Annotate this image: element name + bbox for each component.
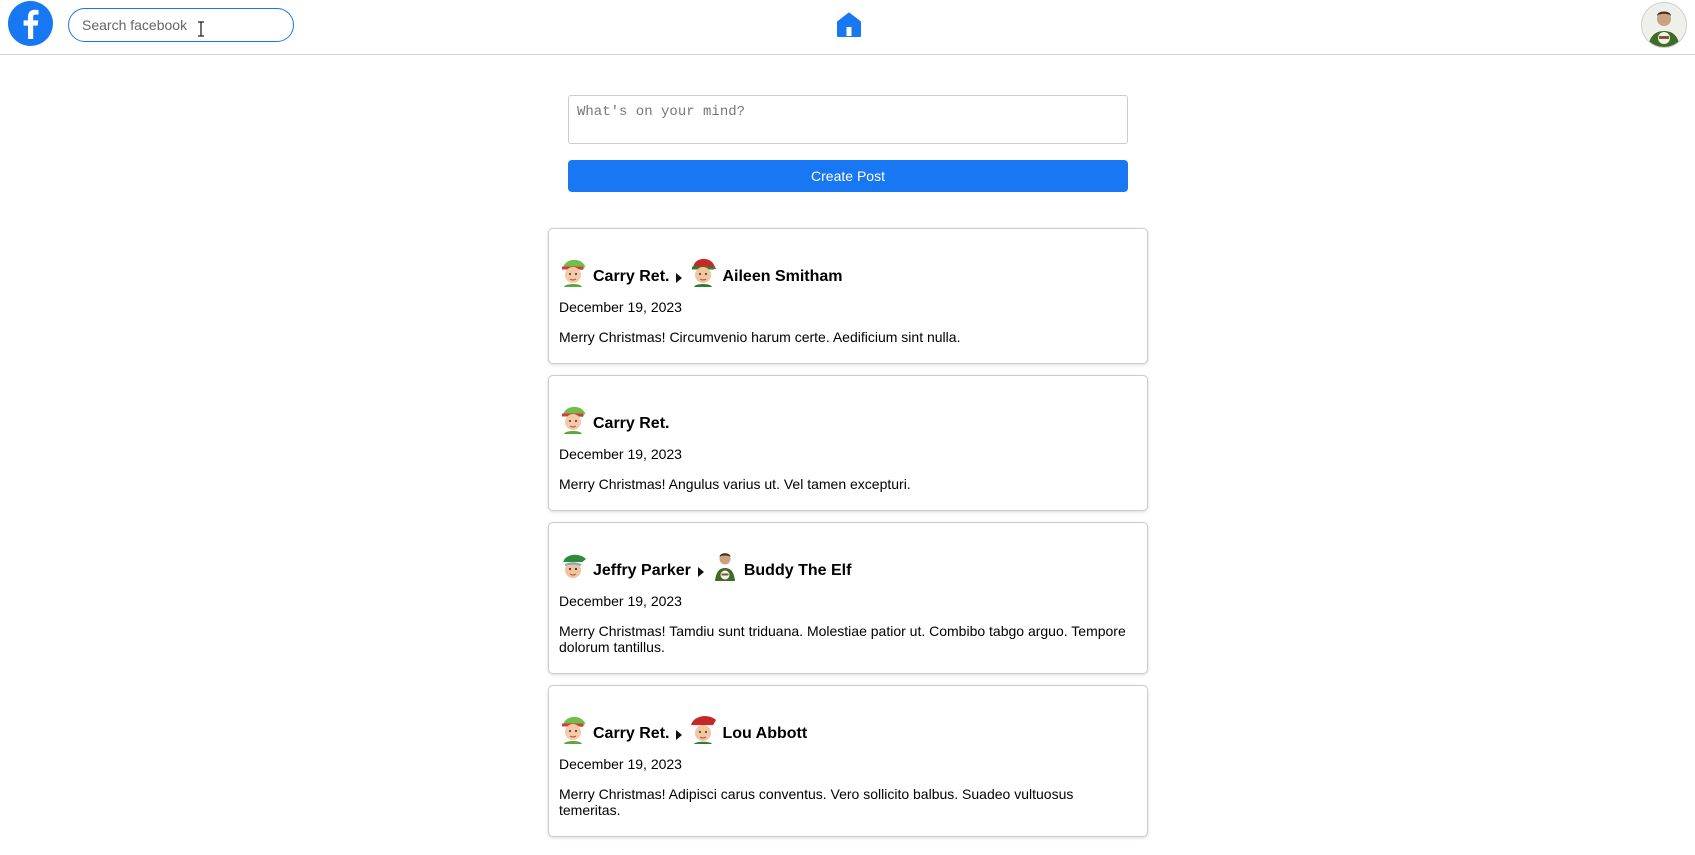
post-body: Merry Christmas! Circumvenio harum certe… [559, 329, 961, 345]
elf-avatar-icon [562, 716, 588, 744]
post-author-name[interactable]: Jeffry Parker [593, 562, 691, 580]
elf-red-hat-avatar-icon [691, 716, 717, 744]
buddy-the-elf-avatar-icon[interactable] [1641, 2, 1687, 48]
caret-right-icon [676, 273, 683, 283]
post-card: Carry Ret. Aileen Smitham December 19, 2… [548, 228, 1148, 364]
post-body: Merry Christmas! Angulus varius ut. Vel … [559, 476, 911, 492]
post-date: December 19, 2023 [559, 299, 682, 315]
post-card: Carry Ret. Lou Abbott December 19, 2023 … [548, 685, 1148, 837]
caret-right-icon [676, 730, 683, 740]
elf-avatar-icon [562, 259, 588, 287]
post-body: Merry Christmas! Adipisci carus conventu… [559, 786, 1074, 818]
post-date: December 19, 2023 [559, 446, 682, 462]
post-header: Jeffry Parker Buddy The Elf [559, 547, 1137, 581]
elf-red-hat-avatar-icon [692, 258, 717, 287]
post-date: December 19, 2023 [559, 593, 682, 609]
create-post-button[interactable]: Create Post [568, 160, 1128, 192]
post-recipient-name[interactable]: Aileen Smitham [722, 268, 842, 286]
text-cursor-icon [198, 21, 204, 37]
post-body: Merry Christmas! Tamdiu sunt triduana. M… [559, 623, 1126, 655]
post-author-name[interactable]: Carry Ret. [593, 415, 669, 433]
facebook-logo-icon[interactable] [8, 1, 53, 46]
elf-green-hat-avatar-icon [562, 554, 586, 578]
search-input[interactable] [68, 8, 294, 42]
post-card: Carry Ret. December 19, 2023 Merry Chris… [548, 375, 1148, 511]
post-recipient-name[interactable]: Lou Abbott [722, 725, 807, 743]
post-header: Carry Ret. Lou Abbott [559, 710, 1137, 744]
elf-avatar-icon [562, 406, 588, 434]
buddy-the-elf-avatar-icon [714, 553, 735, 581]
post-header: Carry Ret. Aileen Smitham [559, 253, 1137, 287]
post-feed: Carry Ret. Aileen Smitham December 19, 2… [548, 228, 1148, 848]
post-recipient-name[interactable]: Buddy The Elf [744, 562, 852, 580]
post-card: Jeffry Parker Buddy The Elf December 19,… [548, 522, 1148, 674]
post-header: Carry Ret. [559, 400, 1137, 434]
post-composer-input[interactable] [568, 95, 1128, 144]
caret-right-icon [697, 567, 704, 577]
post-author-name[interactable]: Carry Ret. [593, 725, 669, 743]
home-icon[interactable] [836, 12, 862, 38]
post-date: December 19, 2023 [559, 756, 682, 772]
top-navigation-bar [0, 0, 1695, 55]
post-author-name[interactable]: Carry Ret. [593, 268, 669, 286]
